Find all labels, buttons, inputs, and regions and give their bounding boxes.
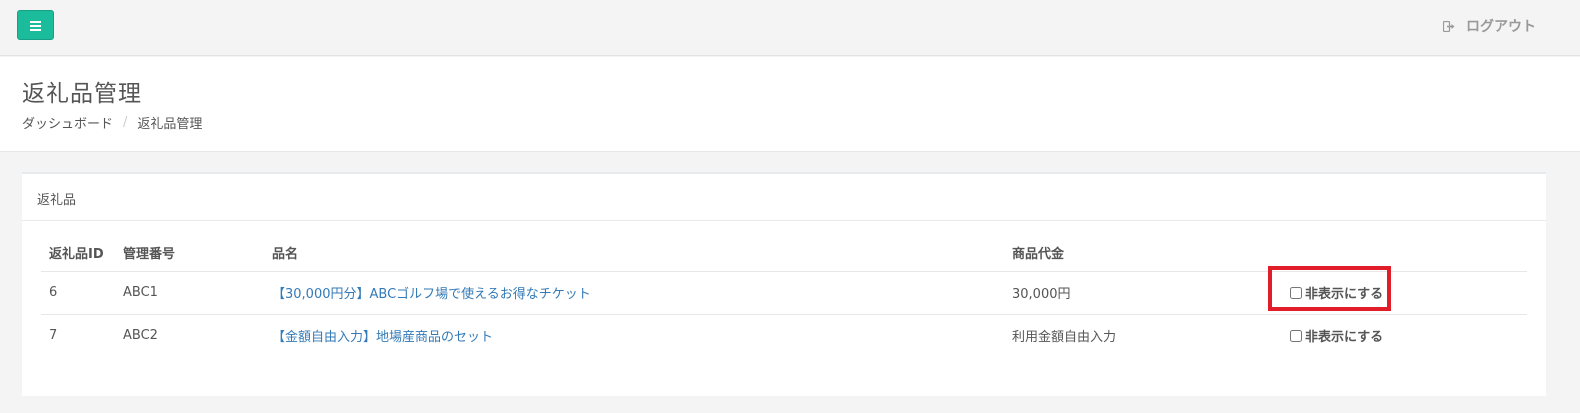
hide-toggle[interactable]: 非表示にする [1284, 323, 1383, 349]
cell-action: 非表示にする [1276, 314, 1527, 357]
panel-title: 返礼品 [22, 174, 1546, 221]
table-row: 6 ABC1 【30,000円分】ABCゴルフ場で使えるお得なチケット 30,0… [41, 271, 1527, 315]
cell-price: 30,000円 [1004, 271, 1276, 315]
sign-out-icon [1443, 20, 1455, 32]
logout-label: ログアウト [1466, 19, 1536, 35]
gifts-table: 返礼品ID 管理番号 品名 商品代金 6 ABC1 【30,000円分】ABCゴ… [41, 237, 1527, 357]
gifts-panel: 返礼品 返礼品ID 管理番号 品名 商品代金 6 ABC1 【30,000円分】… [22, 172, 1546, 396]
item-name-link[interactable]: 【金額自由入力】地場産商品のセット [272, 330, 493, 345]
item-name-link[interactable]: 【30,000円分】ABCゴルフ場で使えるお得なチケット [272, 287, 591, 302]
column-header-price: 商品代金 [1004, 237, 1276, 272]
logout-link[interactable]: ログアウト [1443, 16, 1536, 36]
cell-name: 【金額自由入力】地場産商品のセット [264, 314, 1004, 357]
top-navbar: ログアウト [0, 0, 1580, 56]
cell-id: 6 [41, 271, 115, 315]
menu-toggle-button[interactable] [17, 10, 54, 40]
hide-label: 非表示にする [1305, 330, 1384, 346]
column-header-action [1276, 237, 1527, 272]
cell-code: ABC2 [123, 328, 158, 344]
cell-price: 利用金額自由入力 [1012, 330, 1117, 346]
hide-checkbox[interactable] [1290, 286, 1302, 299]
column-header-code: 管理番号 [115, 237, 264, 272]
hide-checkbox[interactable] [1290, 329, 1302, 342]
breadcrumb-dashboard-link[interactable]: ダッシュボード [22, 113, 113, 132]
hide-label: 非表示にする [1305, 287, 1384, 302]
cell-name: 【30,000円分】ABCゴルフ場で使えるお得なチケット [264, 271, 1004, 315]
breadcrumb: ダッシュボード / 返礼品管理 [22, 113, 202, 132]
breadcrumb-current: 返礼品管理 [137, 117, 203, 132]
column-header-id: 返礼品ID [41, 237, 115, 272]
breadcrumb-separator: / [123, 115, 128, 130]
page-title: 返礼品管理 [22, 81, 142, 107]
hamburger-icon [30, 20, 41, 31]
cell-action: 非表示にする [1276, 271, 1527, 315]
cell-id: 7 [49, 328, 58, 344]
table-header-row: 返礼品ID 管理番号 品名 商品代金 [41, 237, 1527, 272]
column-header-name: 品名 [264, 237, 1004, 272]
table-row: 7 ABC2 【金額自由入力】地場産商品のセット 利用金額自由入力 非表示にする [41, 314, 1527, 357]
page-header: 返礼品管理 ダッシュボード / 返礼品管理 [0, 57, 1580, 152]
hide-toggle[interactable]: 非表示にする [1284, 280, 1383, 306]
cell-code: ABC1 [115, 271, 264, 315]
